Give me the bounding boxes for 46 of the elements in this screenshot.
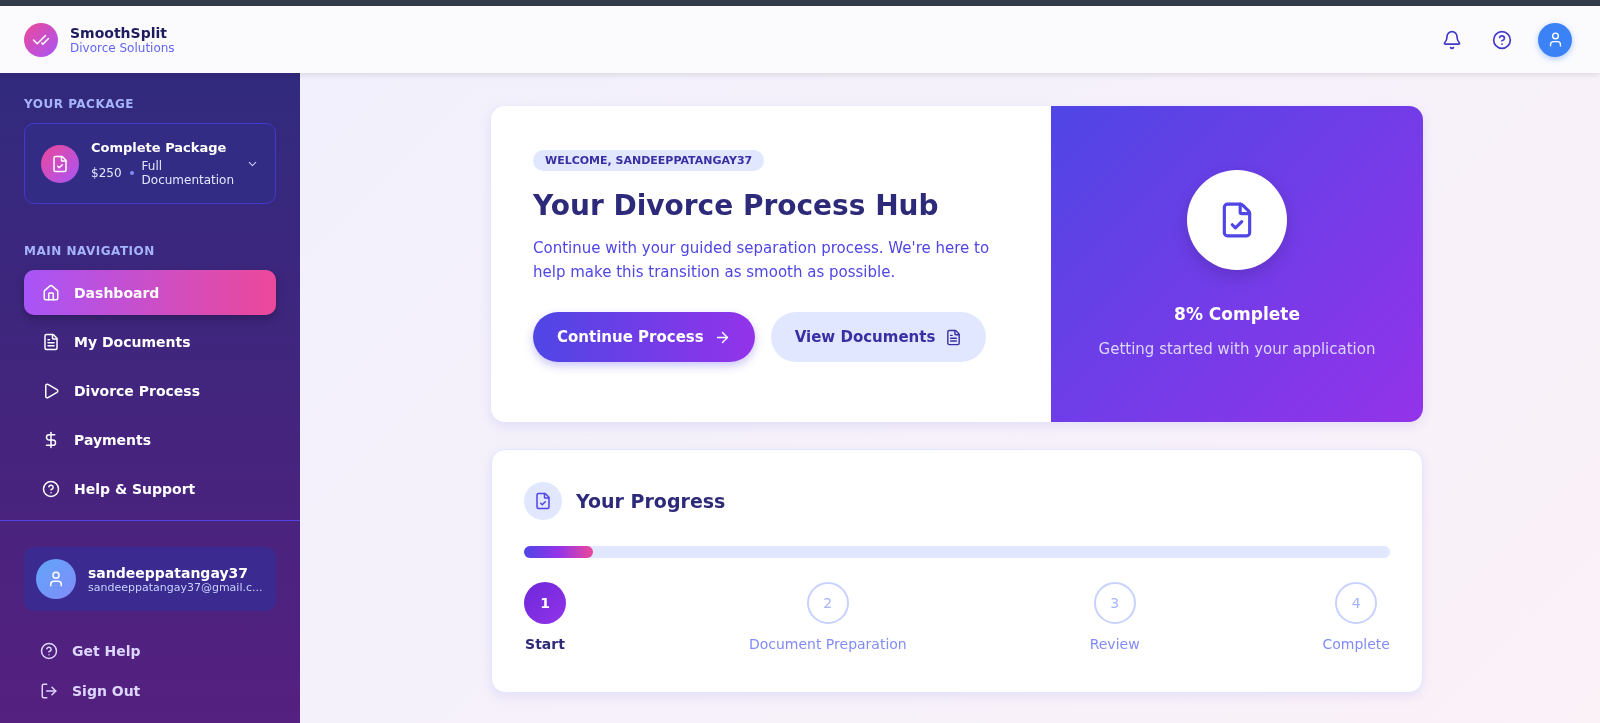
help-icon bbox=[40, 642, 58, 660]
step-number: 4 bbox=[1335, 582, 1378, 624]
step-label: Document Preparation bbox=[748, 636, 907, 652]
play-icon bbox=[42, 381, 60, 400]
home-icon bbox=[42, 283, 60, 302]
nav-item[interactable]: Dashboard bbox=[24, 270, 276, 315]
progress-title: Your Progress bbox=[576, 490, 726, 512]
sidebar-link[interactable]: Sign Out bbox=[24, 671, 276, 711]
step-label: Start bbox=[525, 636, 565, 652]
package-price: $250 bbox=[91, 166, 122, 180]
section-label: MAIN NAVIGATION bbox=[24, 244, 156, 258]
completion-text: 8% Complete bbox=[1174, 304, 1300, 324]
brand-tagline: Divorce Solutions bbox=[70, 40, 175, 55]
nav-item[interactable]: Payments bbox=[24, 417, 276, 462]
view-documents-button[interactable]: View Documents bbox=[770, 312, 987, 362]
nav-item[interactable]: Help & Support bbox=[24, 466, 276, 511]
nav-item[interactable]: Divorce Process bbox=[24, 368, 276, 413]
document-check-icon bbox=[524, 482, 562, 520]
user-name: sandeeppatangay37 bbox=[88, 564, 249, 581]
separator-dot bbox=[129, 171, 134, 175]
step-label: Complete bbox=[1322, 636, 1390, 652]
nav-item[interactable]: My Documents bbox=[24, 319, 276, 364]
help-icon bbox=[42, 479, 60, 498]
document-icon bbox=[945, 328, 963, 346]
document-check-icon bbox=[41, 144, 79, 183]
user-avatar-icon bbox=[36, 559, 76, 599]
welcome-badge: WELCOME, SANDEEPPATANGAY37 bbox=[533, 150, 765, 171]
step-number: 3 bbox=[1093, 582, 1136, 624]
step-number: 1 bbox=[524, 582, 566, 624]
package-name: Complete Package bbox=[91, 140, 228, 155]
package-selector[interactable]: Complete Package $250 Full Documentation bbox=[24, 123, 276, 204]
section-label: YOUR PACKAGE bbox=[24, 97, 136, 111]
step-label: Review bbox=[1089, 636, 1140, 652]
brand-name: SmoothSplit bbox=[70, 24, 168, 41]
user-avatar-button[interactable] bbox=[1538, 22, 1572, 57]
status-text: Getting started with your application bbox=[1098, 340, 1376, 358]
step-number: 2 bbox=[806, 582, 849, 624]
continue-button[interactable]: Continue Process bbox=[533, 312, 755, 362]
package-description: Full Documentation bbox=[141, 159, 235, 187]
hero-description: Continue with your guided separation process. We're here to help make this transition as smooth as possible. bbox=[533, 238, 991, 283]
document-icon bbox=[42, 332, 60, 351]
hero-title: Your Divorce Process Hub bbox=[533, 189, 939, 222]
logo-icon bbox=[24, 22, 58, 57]
user-email: sandeeppatangay37@gmail.c... bbox=[88, 580, 263, 594]
sidebar-link[interactable]: Get Help bbox=[24, 631, 276, 671]
logout-icon bbox=[40, 682, 58, 700]
